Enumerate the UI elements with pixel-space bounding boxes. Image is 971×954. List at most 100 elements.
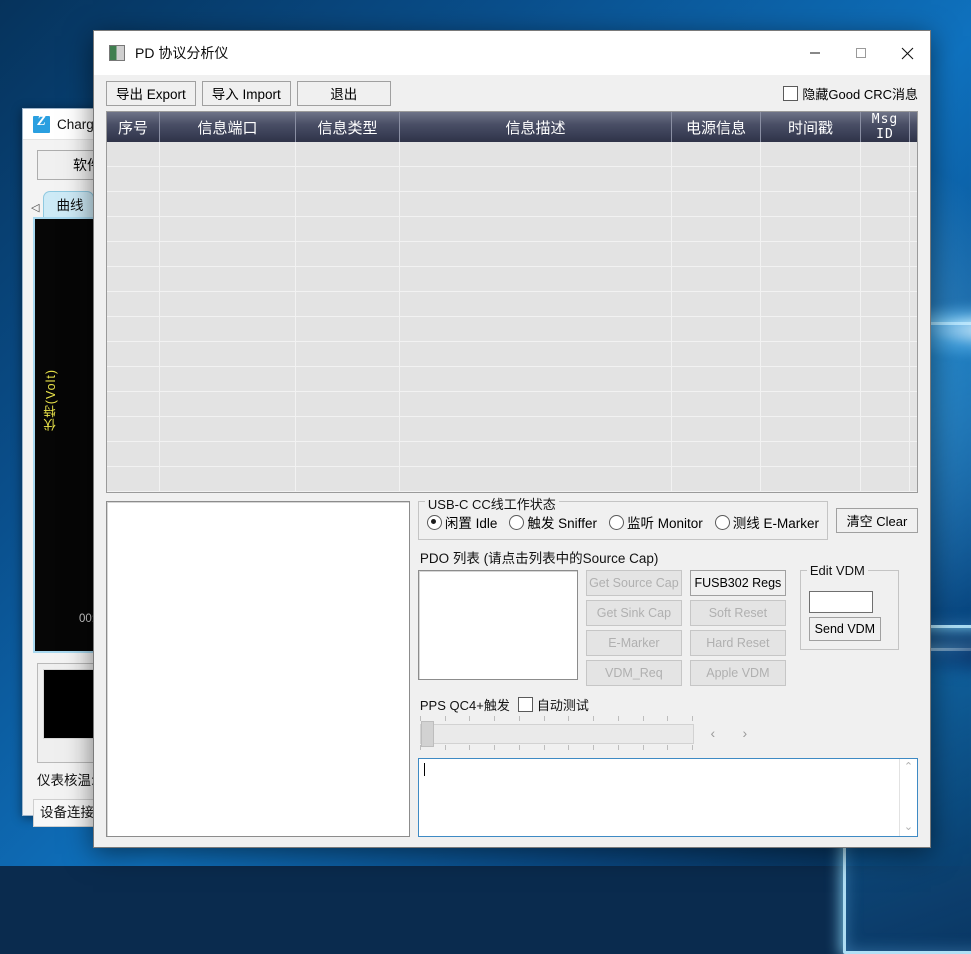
table-column-header[interactable]: 信息端口 [160,112,296,142]
minimize-button[interactable] [792,31,838,75]
checkbox-box-icon [783,86,798,101]
scroll-up-icon[interactable]: ⌃ [904,762,913,773]
slider-tick [544,716,545,721]
cc-state-radio[interactable]: 闲置 Idle [427,512,498,532]
log-scrollbar[interactable]: ⌃ ⌄ [899,759,917,836]
slider-prev-button[interactable]: ‹ [702,723,724,743]
send-vdm-button[interactable]: Send VDM [809,617,881,641]
edit-vdm-legend: Edit VDM [807,563,868,578]
table-body[interactable] [107,142,918,492]
table-cell [296,267,400,292]
z-logo-icon [33,116,50,133]
clear-button[interactable]: 清空 Clear [836,508,918,533]
radio-mark-icon [427,515,442,530]
cc-state-group: USB-C CC线工作状态 闲置 Idle触发 Sniffer监听 Monito… [418,501,828,540]
cc-state-radio[interactable]: 触发 Sniffer [509,512,597,532]
table-row[interactable] [107,392,918,417]
tab-prev-arrow-icon[interactable]: ◁ [31,201,39,217]
table-column-header[interactable]: 时间戳 [761,112,861,142]
table-row[interactable] [107,292,918,317]
table-cell [761,417,861,442]
control-panel: USB-C CC线工作状态 闲置 Idle触发 Sniffer监听 Monito… [418,501,918,837]
slider-next-button[interactable]: › [734,723,756,743]
radio-mark-icon [609,515,624,530]
table-cell [160,442,296,467]
chart-y-axis-label: 伏特(Volt) [41,369,60,431]
table-row[interactable] [107,342,918,367]
table-cell [160,367,296,392]
table-cell [400,167,672,192]
table-column-header[interactable]: 序号 [107,112,160,142]
vdm-input[interactable] [809,591,873,613]
command-button: Soft Reset [690,600,786,626]
command-column-left: Get Source CapGet Sink CapE-MarkerVDM_Re… [586,570,682,686]
table-column-header[interactable]: Msg ID [861,112,910,142]
table-cell [160,192,296,217]
cc-state-radio[interactable]: 测线 E-Marker [715,512,819,532]
hide-good-crc-checkbox[interactable]: 隐藏Good CRC消息 [783,84,918,103]
table-row[interactable] [107,242,918,267]
output-panel[interactable] [106,501,410,837]
message-table-container[interactable]: 序号信息端口信息类型信息描述电源信息时间戳Msg ID [106,111,918,493]
command-button[interactable]: FUSB302 Regs [690,570,786,596]
table-cell [296,342,400,367]
table-cell [160,142,296,167]
table-column-header[interactable]: 电源信息 [672,112,761,142]
table-row[interactable] [107,442,918,467]
lower-area: USB-C CC线工作状态 闲置 Idle 触发 Sniffer 监听 Monito… [94,493,930,847]
slider-tick [568,716,569,721]
pdo-list[interactable] [418,570,578,680]
tab-curve-chart[interactable]: 曲线 [43,191,94,217]
table-row[interactable] [107,267,918,292]
slider-tick [519,745,520,750]
scroll-down-icon[interactable]: ⌄ [904,822,913,833]
log-textarea[interactable] [419,759,899,836]
table-cell [861,242,910,267]
table-cell [861,292,910,317]
table-column-header[interactable]: 信息描述 [400,112,672,142]
command-button: Apple VDM [690,660,786,686]
table-cell [160,317,296,342]
table-cell [400,392,672,417]
cc-state-radio[interactable]: 监听 Monitor [609,512,703,532]
log-textarea-container[interactable]: ⌃ ⌄ [418,758,918,837]
table-cell [861,267,910,292]
table-row[interactable] [107,167,918,192]
slider-tick [568,745,569,750]
export-button[interactable]: 导出 Export [106,81,196,106]
auto-test-checkbox[interactable]: 自动测试 [518,695,589,714]
table-column-header[interactable] [910,112,919,142]
import-button[interactable]: 导入 Import [202,81,291,106]
table-cell [400,142,672,167]
table-cell [107,467,160,492]
pps-slider[interactable] [420,716,692,750]
table-cell [861,317,910,342]
table-row[interactable] [107,217,918,242]
window-controls [792,31,930,75]
maximize-button[interactable] [838,31,884,75]
table-row[interactable] [107,317,918,342]
table-cell [910,442,919,467]
close-button[interactable] [884,31,930,75]
table-cell [107,367,160,392]
pd-analyzer-window[interactable]: PD 协议分析仪 导出 Export 导入 Import 退出 隐藏Good C… [93,30,931,848]
slider-track[interactable] [420,724,694,744]
table-row[interactable] [107,367,918,392]
table-column-header[interactable]: 信息类型 [296,112,400,142]
table-cell [761,367,861,392]
table-row[interactable] [107,142,918,167]
window-titlebar: PD 协议分析仪 [94,31,930,75]
command-button: E-Marker [586,630,682,656]
slider-handle[interactable] [421,721,434,747]
table-cell [107,267,160,292]
table-cell [160,417,296,442]
exit-button[interactable]: 退出 [297,81,391,106]
cc-state-legend: USB-C CC线工作状态 [425,494,559,513]
table-row[interactable] [107,467,918,492]
cc-state-radio-label: 闲置 Idle [445,512,498,532]
table-row[interactable] [107,417,918,442]
table-row[interactable] [107,192,918,217]
table-cell [107,317,160,342]
table-cell [296,417,400,442]
table-cell [296,317,400,342]
